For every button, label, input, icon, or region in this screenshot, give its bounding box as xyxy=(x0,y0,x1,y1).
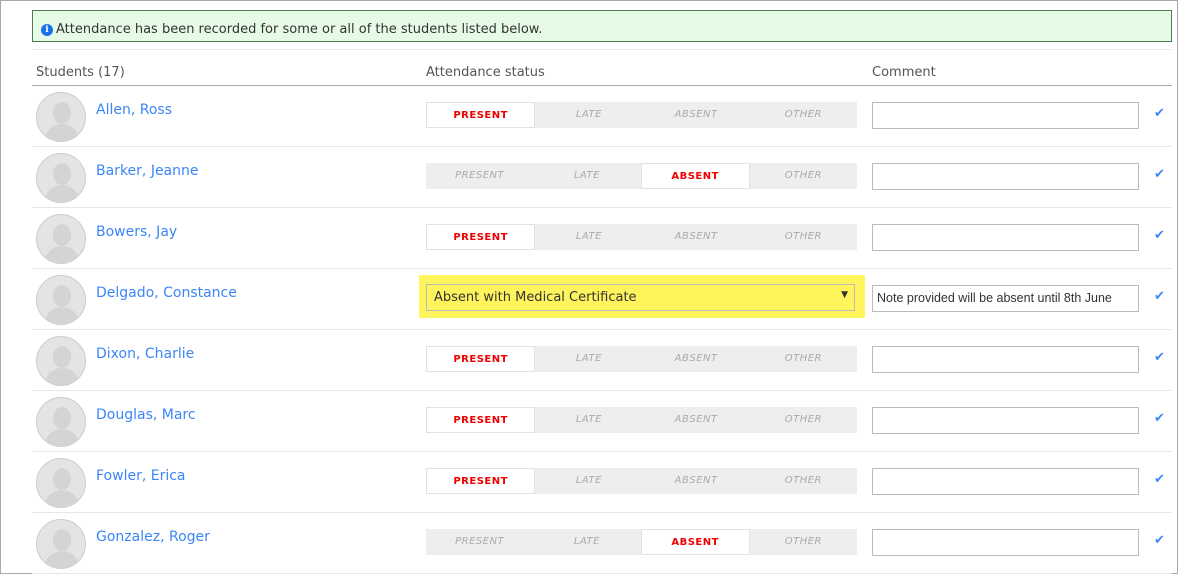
divider xyxy=(32,49,1172,50)
check-icon: ✔ xyxy=(1154,289,1165,304)
check-icon: ✔ xyxy=(1154,167,1165,182)
attendance-select-value: Absent with Medical Certificate xyxy=(434,290,637,305)
status-option-late[interactable]: LATE xyxy=(535,468,642,494)
check-icon: ✔ xyxy=(1154,472,1165,487)
comment-input[interactable] xyxy=(872,529,1139,556)
comment-input[interactable] xyxy=(872,163,1139,190)
status-option-absent[interactable]: ABSENT xyxy=(640,529,750,555)
status-option-other[interactable]: OTHER xyxy=(750,346,857,372)
attendance-toggle: PRESENT LATE ABSENT OTHER xyxy=(426,346,857,372)
attendance-notice: i Attendance has been recorded for some o… xyxy=(32,10,1172,42)
status-option-absent[interactable]: ABSENT xyxy=(643,407,750,433)
student-row: Allen, Ross PRESENT LATE ABSENT OTHER ✔ xyxy=(32,86,1172,147)
comment-input[interactable] xyxy=(872,407,1139,434)
status-option-other[interactable]: OTHER xyxy=(750,163,857,189)
status-option-late[interactable]: LATE xyxy=(533,163,640,189)
status-option-absent[interactable]: ABSENT xyxy=(643,102,750,128)
check-icon: ✔ xyxy=(1154,106,1165,121)
avatar xyxy=(36,397,86,447)
avatar xyxy=(36,458,86,508)
student-row: Douglas, Marc PRESENT LATE ABSENT OTHER ✔ xyxy=(32,391,1172,452)
attendance-toggle: PRESENT LATE ABSENT OTHER xyxy=(426,224,857,250)
attendance-toggle: PRESENT LATE ABSENT OTHER xyxy=(426,529,857,555)
attendance-select[interactable]: Absent with Medical Certificate ▼ xyxy=(426,284,855,311)
header-students: Students (17) xyxy=(36,65,125,80)
student-name-link[interactable]: Gonzalez, Roger xyxy=(96,529,210,545)
status-option-present[interactable]: PRESENT xyxy=(426,102,536,128)
avatar xyxy=(36,336,86,386)
status-option-late[interactable]: LATE xyxy=(533,529,640,555)
status-option-present[interactable]: PRESENT xyxy=(426,407,536,433)
check-icon: ✔ xyxy=(1154,228,1165,243)
status-option-other[interactable]: OTHER xyxy=(750,529,857,555)
attendance-toggle: PRESENT LATE ABSENT OTHER xyxy=(426,468,857,494)
status-option-absent[interactable]: ABSENT xyxy=(643,346,750,372)
status-option-other[interactable]: OTHER xyxy=(750,224,857,250)
status-option-absent[interactable]: ABSENT xyxy=(643,224,750,250)
student-row: Delgado, Constance Absent with Medical Ce… xyxy=(32,269,1172,330)
student-row: Bowers, Jay PRESENT LATE ABSENT OTHER ✔ xyxy=(32,208,1172,269)
attendance-toggle: PRESENT LATE ABSENT OTHER xyxy=(426,163,857,189)
table-header: Students (17) Attendance status Comment xyxy=(32,65,1172,86)
status-option-late[interactable]: LATE xyxy=(535,102,642,128)
student-name-link[interactable]: Douglas, Marc xyxy=(96,407,196,423)
status-option-other[interactable]: OTHER xyxy=(750,468,857,494)
status-option-late[interactable]: LATE xyxy=(535,407,642,433)
header-status: Attendance status xyxy=(426,65,545,80)
avatar xyxy=(36,275,86,325)
status-option-absent[interactable]: ABSENT xyxy=(643,468,750,494)
attendance-toggle: PRESENT LATE ABSENT OTHER xyxy=(426,407,857,433)
notice-text: Attendance has been recorded for some or… xyxy=(56,22,543,37)
student-name-link[interactable]: Dixon, Charlie xyxy=(96,346,194,362)
status-option-late[interactable]: LATE xyxy=(535,346,642,372)
comment-input[interactable] xyxy=(872,346,1139,373)
comment-input[interactable]: Note provided will be absent until 8th J… xyxy=(872,285,1139,312)
student-name-link[interactable]: Fowler, Erica xyxy=(96,468,186,484)
caret-down-icon: ▼ xyxy=(841,290,848,300)
student-name-link[interactable]: Barker, Jeanne xyxy=(96,163,199,179)
check-icon: ✔ xyxy=(1154,411,1165,426)
header-comment: Comment xyxy=(872,65,936,80)
status-option-present[interactable]: PRESENT xyxy=(426,346,536,372)
student-row: Gonzalez, Roger PRESENT LATE ABSENT OTHER ✔ xyxy=(32,513,1172,574)
student-name-link[interactable]: Allen, Ross xyxy=(96,102,172,118)
check-icon: ✔ xyxy=(1154,350,1165,365)
status-option-present[interactable]: PRESENT xyxy=(426,468,536,494)
student-row: Dixon, Charlie PRESENT LATE ABSENT OTHER ✔ xyxy=(32,330,1172,391)
status-option-present[interactable]: PRESENT xyxy=(426,163,533,189)
avatar xyxy=(36,153,86,203)
student-row: Barker, Jeanne PRESENT LATE ABSENT OTHER ✔ xyxy=(32,147,1172,208)
status-option-present[interactable]: PRESENT xyxy=(426,529,533,555)
student-name-link[interactable]: Delgado, Constance xyxy=(96,285,237,301)
comment-input[interactable] xyxy=(872,224,1139,251)
attendance-toggle: PRESENT LATE ABSENT OTHER xyxy=(426,102,857,128)
status-option-other[interactable]: OTHER xyxy=(750,102,857,128)
avatar xyxy=(36,214,86,264)
status-option-late[interactable]: LATE xyxy=(535,224,642,250)
status-option-absent[interactable]: ABSENT xyxy=(640,163,750,189)
status-option-other[interactable]: OTHER xyxy=(750,407,857,433)
avatar xyxy=(36,519,86,569)
comment-input[interactable] xyxy=(872,468,1139,495)
student-name-link[interactable]: Bowers, Jay xyxy=(96,224,177,240)
comment-input[interactable] xyxy=(872,102,1139,129)
info-icon: i xyxy=(41,23,53,36)
student-row: Fowler, Erica PRESENT LATE ABSENT OTHER ✔ xyxy=(32,452,1172,513)
status-option-present[interactable]: PRESENT xyxy=(426,224,536,250)
check-icon: ✔ xyxy=(1154,533,1165,548)
avatar xyxy=(36,92,86,142)
